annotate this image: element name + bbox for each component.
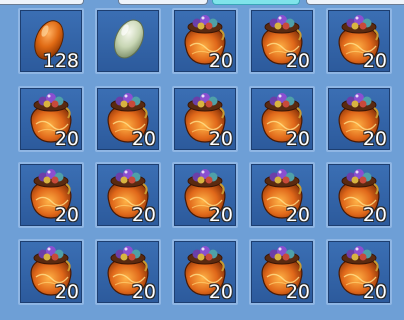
item-quantity: 20 bbox=[54, 128, 79, 150]
item-quantity: 20 bbox=[208, 204, 233, 226]
inventory-slot[interactable]: 20 bbox=[326, 8, 392, 74]
inventory-slot[interactable] bbox=[95, 8, 161, 74]
inventory-slot[interactable]: 20 bbox=[18, 86, 84, 152]
inventory-slot[interactable]: 20 bbox=[95, 239, 161, 305]
inventory-tab-3-active[interactable] bbox=[212, 0, 300, 5]
item-quantity: 20 bbox=[208, 50, 233, 72]
inventory-slot[interactable]: 20 bbox=[249, 8, 315, 74]
item-quantity: 20 bbox=[208, 281, 233, 303]
inventory-slot[interactable]: 20 bbox=[172, 86, 238, 152]
item-quantity: 20 bbox=[362, 50, 387, 72]
item-quantity: 20 bbox=[54, 281, 79, 303]
item-quantity: 20 bbox=[54, 204, 79, 226]
item-quantity: 20 bbox=[362, 281, 387, 303]
item-quantity: 20 bbox=[285, 128, 310, 150]
inventory-slot[interactable]: 20 bbox=[172, 239, 238, 305]
inventory-slot[interactable]: 20 bbox=[172, 162, 238, 228]
inventory-tab-2[interactable] bbox=[118, 0, 208, 5]
item-quantity: 20 bbox=[285, 204, 310, 226]
inventory-slot[interactable]: 20 bbox=[326, 239, 392, 305]
inventory-slot[interactable]: 128 bbox=[18, 8, 84, 74]
inventory-slot[interactable]: 20 bbox=[249, 162, 315, 228]
item-quantity: 20 bbox=[362, 204, 387, 226]
inventory-slot[interactable]: 20 bbox=[249, 239, 315, 305]
inventory-slot[interactable]: 20 bbox=[326, 162, 392, 228]
inventory-slot[interactable]: 20 bbox=[18, 239, 84, 305]
inventory-tab-1[interactable] bbox=[0, 0, 84, 5]
inventory-slot[interactable]: 20 bbox=[95, 86, 161, 152]
item-quantity: 128 bbox=[42, 50, 79, 72]
inventory-slot[interactable]: 20 bbox=[18, 162, 84, 228]
item-quantity: 20 bbox=[208, 128, 233, 150]
item-quantity: 20 bbox=[131, 128, 156, 150]
item-quantity: 20 bbox=[131, 204, 156, 226]
inventory-slot[interactable]: 20 bbox=[326, 86, 392, 152]
item-quantity: 20 bbox=[362, 128, 387, 150]
item-quantity: 20 bbox=[131, 281, 156, 303]
inventory-slot[interactable]: 20 bbox=[249, 86, 315, 152]
inventory-slot[interactable]: 20 bbox=[95, 162, 161, 228]
inventory-slot[interactable]: 20 bbox=[172, 8, 238, 74]
item-quantity: 20 bbox=[285, 50, 310, 72]
item-quantity: 20 bbox=[285, 281, 310, 303]
inventory-tab-4[interactable] bbox=[306, 0, 404, 5]
tab-bar bbox=[0, 0, 404, 6]
